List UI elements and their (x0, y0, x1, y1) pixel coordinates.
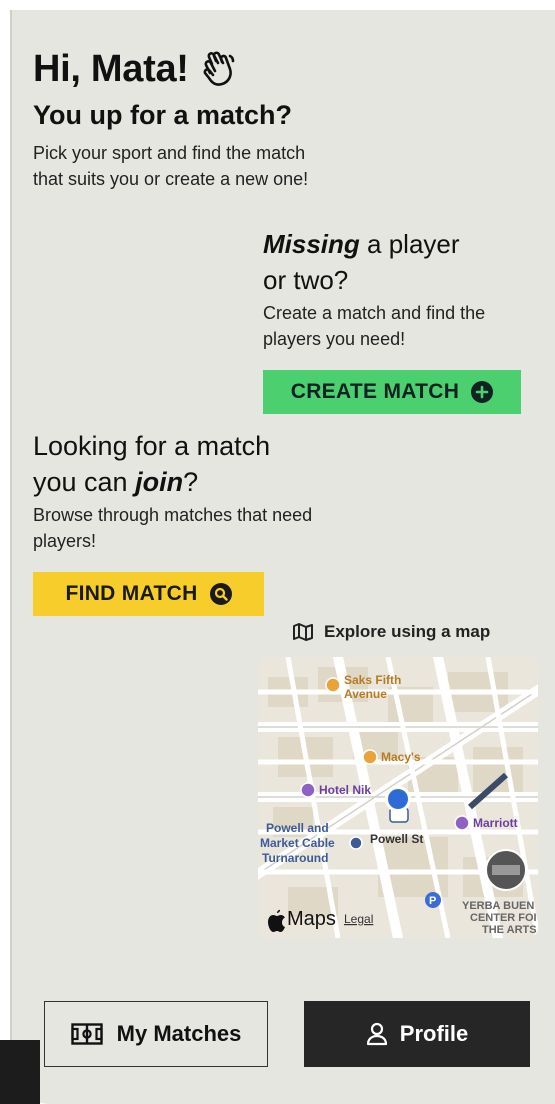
create-title-emphasis: Missing (263, 229, 360, 259)
create-match-label: CREATE MATCH (290, 380, 460, 403)
join-title-line1: Looking for a match (33, 431, 271, 461)
screen-edge (10, 10, 12, 1070)
join-title-suffix: ? (183, 467, 199, 497)
maps-brand-label: Maps (287, 908, 336, 930)
create-title-rest: a player (359, 229, 460, 259)
map-preview[interactable]: Saks Fifth Avenue Macy's Hotel Nik Marri… (258, 657, 538, 938)
create-title-line2: or two? (263, 265, 349, 295)
join-section-title: Looking for a match you can join? (33, 428, 333, 500)
create-match-button[interactable]: CREATE MATCH (263, 370, 521, 414)
profile-label: Profile (399, 1021, 469, 1046)
map-label-saks-2: Avenue (344, 687, 387, 701)
profile-button[interactable]: Profile (304, 1001, 530, 1067)
greeting-text: Hi, Mata! (33, 48, 189, 90)
map-label-cable-3: Turnaround (262, 851, 328, 865)
waving-hand-icon (203, 50, 234, 86)
map-label-powell-st: Powell St (370, 832, 423, 846)
map-label-hotel: Hotel Nik (319, 783, 371, 797)
search-circle-icon (209, 583, 232, 605)
explore-map-label: Explore using a map (324, 622, 491, 641)
map-label-yerba-2: CENTER FOI (470, 912, 537, 924)
map-label-macys: Macy's (381, 750, 421, 764)
map-label-marriott: Marriott (473, 816, 518, 830)
join-section: Looking for a match you can join? Browse… (33, 428, 333, 554)
join-section-description: Browse through matches that need players… (33, 505, 313, 551)
find-match-label: FIND MATCH (65, 582, 198, 605)
map-label-yerba-1: YERBA BUEN (462, 900, 534, 912)
map-label-cable-1: Powell and (266, 821, 329, 835)
map-canvas: Saks Fifth Avenue Macy's Hotel Nik Marri… (258, 657, 538, 938)
greeting-heading: Hi, Mata! (33, 48, 237, 91)
create-section: Missing a player or two? Create a match … (263, 226, 543, 352)
svg-text:P: P (429, 895, 436, 907)
plus-circle-icon (471, 381, 494, 403)
intro-text: Pick your sport and find the match that … (33, 143, 309, 189)
page-subtitle: You up for a match? (33, 100, 293, 130)
join-title-emphasis: join (135, 467, 184, 497)
device-corner (0, 1040, 40, 1104)
create-section-description: Create a match and find the players you … (263, 303, 486, 349)
my-matches-button[interactable]: My Matches (44, 1001, 268, 1067)
map-label-yerba-3: THE ARTS (482, 924, 537, 936)
create-section-title: Missing a player or two? (263, 226, 543, 298)
person-icon (366, 1022, 387, 1046)
map-legal-link[interactable]: Legal (344, 912, 373, 926)
soccer-field-icon (70, 1023, 103, 1045)
explore-map-link[interactable]: Explore using a map (292, 622, 490, 642)
map-icon (293, 623, 313, 641)
map-label-saks-1: Saks Fifth (344, 673, 401, 687)
map-label-cable-2: Market Cable (260, 836, 335, 850)
my-matches-label: My Matches (116, 1021, 242, 1046)
find-match-button[interactable]: FIND MATCH (33, 572, 264, 616)
join-title-prefix: you can (33, 467, 136, 497)
